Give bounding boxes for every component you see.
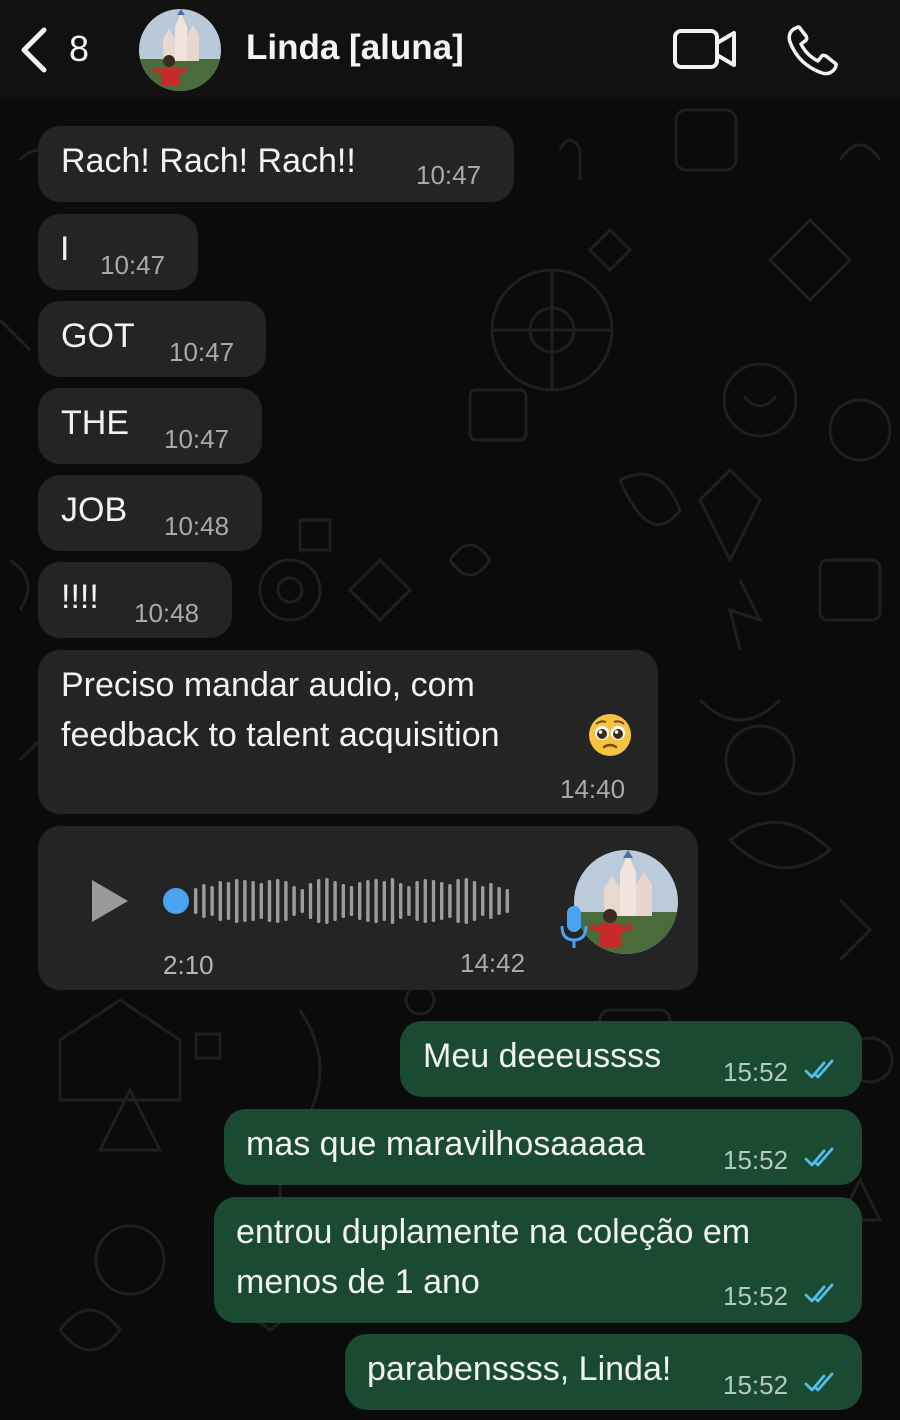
playback-position-dot[interactable] xyxy=(163,888,189,914)
waveform-bar xyxy=(366,880,370,922)
message-bubble[interactable]: !!!! 10:48 xyxy=(38,562,232,638)
waveform-bar xyxy=(399,883,403,919)
chevron-left-icon[interactable] xyxy=(16,26,52,74)
waveform-bar xyxy=(308,883,313,919)
message-text: JOB xyxy=(61,491,128,529)
waveform-bar xyxy=(194,888,198,914)
contact-name[interactable]: Linda [aluna] xyxy=(246,28,464,68)
message-text: I xyxy=(60,230,70,268)
message-text: feedback to talent acquisition xyxy=(61,716,500,754)
waveform-bar xyxy=(497,887,501,915)
waveform-bar xyxy=(333,881,337,921)
message-time: 15:52 xyxy=(723,1370,789,1400)
waveform-bar xyxy=(382,881,386,921)
waveform-bar xyxy=(505,889,509,913)
message-time: 10:48 xyxy=(164,511,230,541)
message-text: !!!! xyxy=(61,578,99,616)
message-text: mas que maravilhosaaaaa xyxy=(246,1125,645,1163)
audio-duration: 2:10 xyxy=(163,950,214,980)
message-time: 10:48 xyxy=(134,598,200,628)
message-time: 10:47 xyxy=(169,337,235,367)
message-bubble[interactable]: parabenssss, Linda! 15:52 xyxy=(345,1334,862,1410)
message-time: 10:47 xyxy=(164,424,230,454)
message-text: Meu deeeussss xyxy=(423,1037,662,1075)
waveform-bar xyxy=(415,881,419,921)
read-ticks-icon xyxy=(804,1283,834,1303)
read-ticks-icon xyxy=(804,1372,834,1392)
message-bubble[interactable]: entrou duplamente na coleção em menos de… xyxy=(214,1197,862,1323)
contact-avatar[interactable] xyxy=(139,9,221,91)
waveform-bar xyxy=(423,879,427,923)
message-bubble[interactable]: Preciso mandar audio, com feedback to ta… xyxy=(38,650,658,814)
video-camera-icon[interactable] xyxy=(672,26,738,72)
audio-waveform[interactable] xyxy=(160,868,530,934)
waveform-bar xyxy=(218,881,222,921)
message-bubble[interactable]: I 10:47 xyxy=(38,214,198,290)
message-bubble[interactable]: GOT 10:47 xyxy=(38,301,266,377)
pleading-face-emoji xyxy=(589,714,631,756)
message-text: GOT xyxy=(61,317,135,355)
waveform-bar xyxy=(464,878,468,924)
waveform-bar xyxy=(390,878,395,924)
message-time: 10:47 xyxy=(100,250,166,280)
waveform-bar xyxy=(341,884,345,918)
message-bubble[interactable]: Meu deeeussss 15:52 xyxy=(400,1021,862,1097)
waveform-bar xyxy=(267,880,272,922)
waveform-bar xyxy=(202,884,206,918)
message-bubble[interactable]: mas que maravilhosaaaaa 15:52 xyxy=(224,1109,862,1185)
waveform-bar xyxy=(325,878,329,924)
message-bubble[interactable]: THE 10:47 xyxy=(38,388,262,464)
message-bubble[interactable]: Rach! Rach! Rach!! 10:47 xyxy=(38,126,514,202)
waveform-bar xyxy=(210,886,214,916)
waveform-bar xyxy=(407,886,411,916)
message-time: 14:40 xyxy=(560,774,626,804)
waveform-bar xyxy=(235,879,239,923)
waveform-bar xyxy=(440,882,444,920)
phone-icon[interactable] xyxy=(786,24,840,76)
waveform-bar xyxy=(259,883,263,919)
message-time: 15:52 xyxy=(723,1281,789,1311)
message-text: parabenssss, Linda! xyxy=(367,1350,672,1388)
message-time: 14:42 xyxy=(460,948,526,978)
message-time: 15:52 xyxy=(723,1057,789,1087)
waveform-bar xyxy=(431,880,436,922)
read-ticks-icon xyxy=(804,1147,834,1167)
waveform-bar xyxy=(243,880,247,922)
message-text: Rach! Rach! Rach!! xyxy=(61,142,356,180)
waveform-bar xyxy=(292,886,296,916)
waveform-bar xyxy=(226,882,231,920)
waveform-bar xyxy=(489,883,493,919)
message-time: 15:52 xyxy=(723,1145,789,1175)
waveform-bar xyxy=(284,881,288,921)
waveform-bar xyxy=(317,879,321,923)
waveform-bar xyxy=(472,881,477,921)
waveform-bar xyxy=(448,884,452,918)
waveform-bar xyxy=(349,886,354,916)
message-time: 10:47 xyxy=(416,160,482,190)
message-bubble[interactable]: JOB 10:48 xyxy=(38,475,262,551)
unread-count[interactable]: 8 xyxy=(69,28,89,70)
waveform-bar xyxy=(481,886,485,916)
waveform-bar xyxy=(374,879,378,923)
play-icon[interactable] xyxy=(86,878,132,924)
message-text: THE xyxy=(61,404,129,442)
waveform-bar xyxy=(456,879,460,923)
message-text: menos de 1 ano xyxy=(236,1263,480,1301)
microphone-icon xyxy=(560,906,588,948)
chat-header: 8 Linda [aluna] xyxy=(0,0,900,100)
read-ticks-icon xyxy=(804,1059,834,1079)
message-text: entrou duplamente na coleção em xyxy=(236,1213,751,1251)
message-text: Preciso mandar audio, com xyxy=(61,666,475,704)
waveform-bar xyxy=(276,879,280,923)
waveform-bar xyxy=(358,882,362,920)
waveform-bar xyxy=(251,881,255,921)
waveform-bar xyxy=(300,889,304,913)
